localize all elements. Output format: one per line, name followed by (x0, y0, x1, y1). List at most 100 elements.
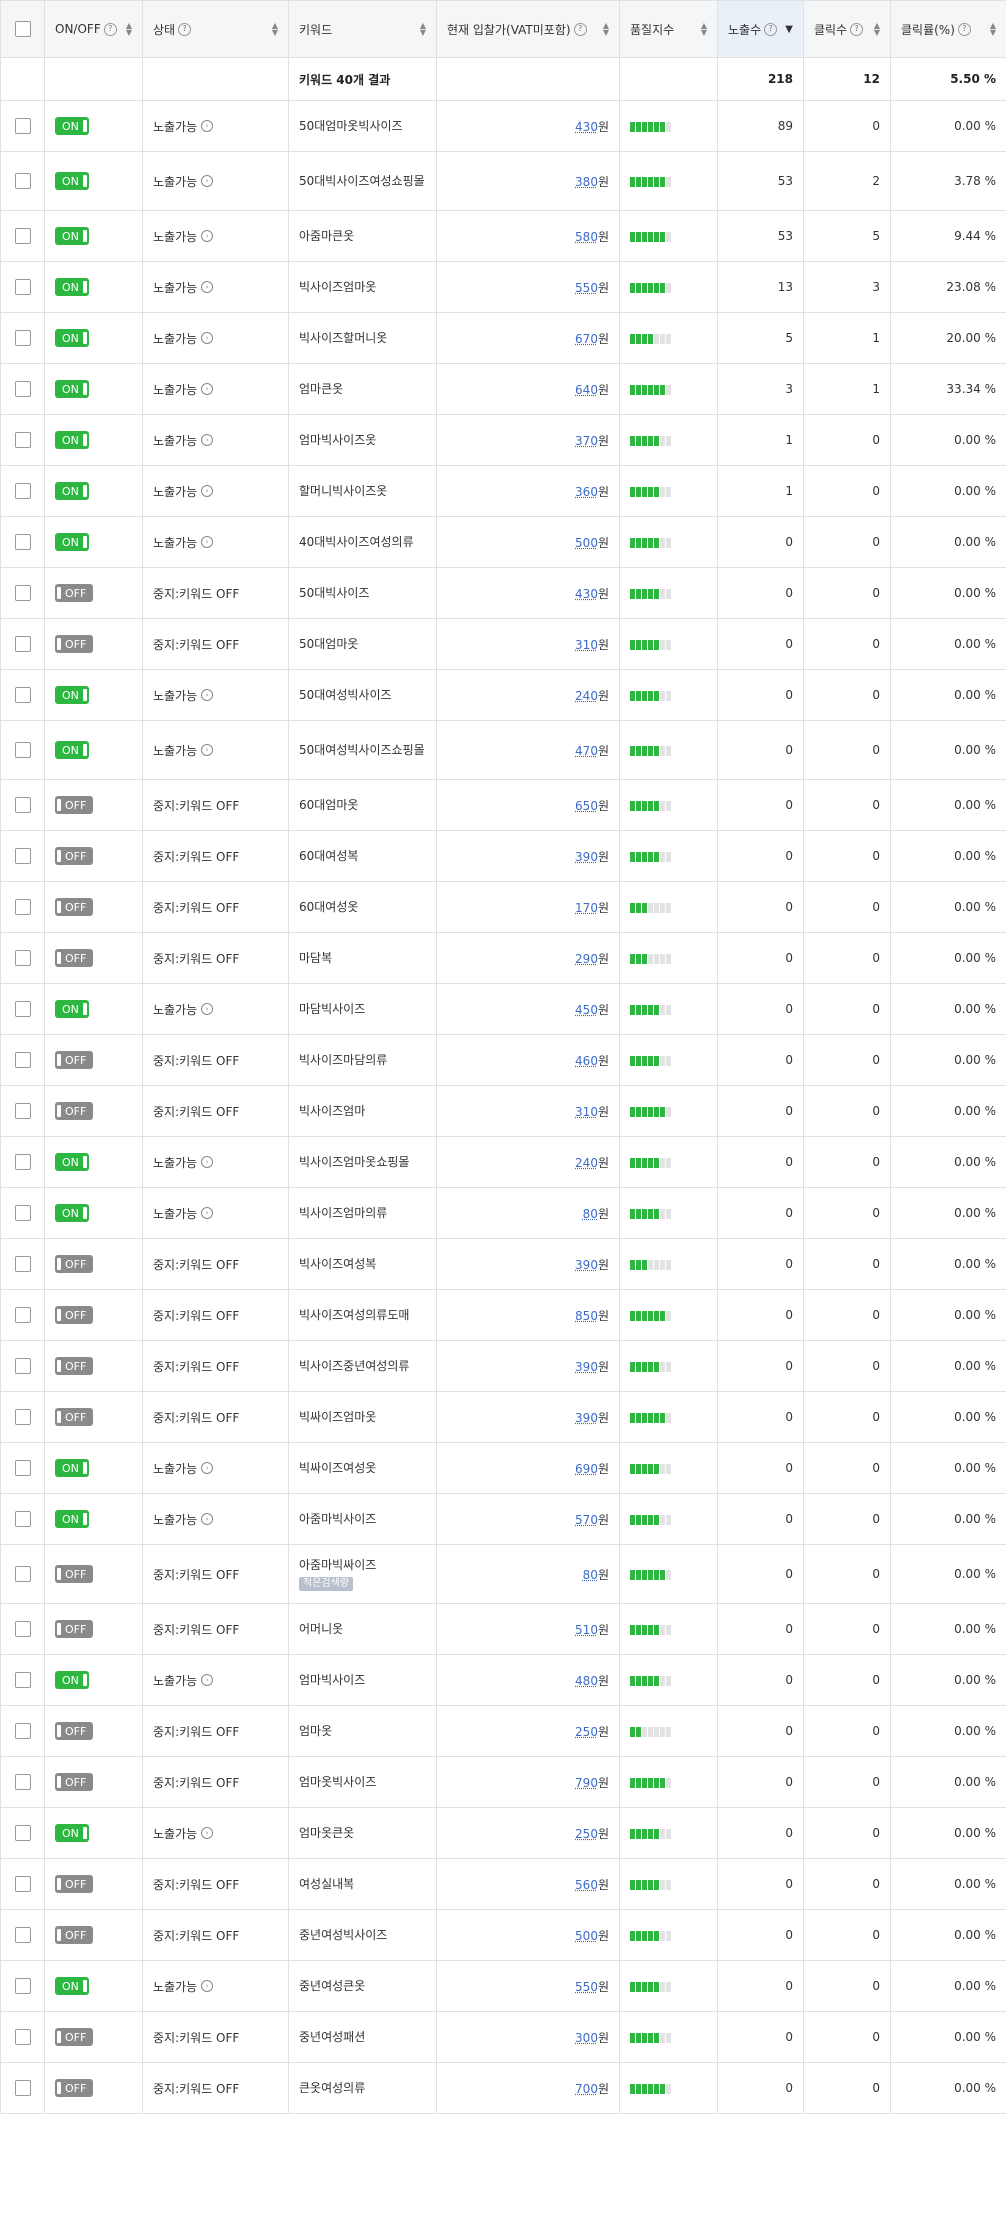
bid-value[interactable]: 390 (575, 850, 598, 864)
bid-value[interactable]: 390 (575, 1258, 598, 1272)
status-info-icon[interactable]: › (201, 1462, 214, 1474)
status-info-icon[interactable]: › (201, 1003, 214, 1015)
row-checkbox[interactable] (14, 1307, 31, 1323)
row-checkbox[interactable] (14, 1672, 31, 1688)
keyword-text[interactable]: 할머니빅사이즈옷 (299, 483, 426, 500)
row-checkbox[interactable] (14, 1205, 31, 1221)
onoff-toggle[interactable]: ON (55, 227, 89, 245)
row-checkbox[interactable] (14, 2029, 31, 2045)
sort-icon[interactable]: ▲ ▼ (126, 22, 132, 37)
onoff-toggle[interactable]: OFF (55, 1255, 94, 1273)
onoff-toggle[interactable]: OFF (55, 1102, 94, 1120)
keyword-text[interactable]: 빅사이즈중년여성의류 (299, 1358, 426, 1375)
bid-value[interactable]: 240 (575, 1156, 598, 1170)
keyword-text[interactable]: 빅사이즈여성의류도매 (299, 1307, 426, 1324)
row-checkbox[interactable] (14, 636, 31, 652)
row-checkbox[interactable] (14, 432, 31, 448)
bid-value[interactable]: 380 (575, 175, 598, 189)
onoff-toggle[interactable]: ON (55, 431, 89, 449)
row-checkbox[interactable] (14, 1876, 31, 1892)
sort-icon[interactable]: ▲ ▼ (420, 22, 426, 37)
onoff-toggle[interactable]: ON (55, 1671, 89, 1689)
row-checkbox[interactable] (14, 1256, 31, 1272)
keyword-text[interactable]: 엄마옷빅사이즈 (299, 1774, 426, 1791)
status-info-icon[interactable]: › (201, 383, 214, 395)
onoff-toggle[interactable]: OFF (55, 1773, 94, 1791)
onoff-toggle[interactable]: OFF (55, 2028, 94, 2046)
keyword-text[interactable]: 큰옷여성의류 (299, 2080, 426, 2097)
keyword-text[interactable]: 50대빅사이즈 (299, 585, 426, 602)
col-keyword[interactable]: 키워드 ▲ ▼ (288, 0, 437, 58)
keyword-text[interactable]: 60대여성옷 (299, 899, 426, 916)
row-checkbox[interactable] (14, 118, 31, 134)
keyword-text[interactable]: 엄마빅사이즈옷 (299, 432, 426, 449)
onoff-toggle[interactable]: OFF (55, 2079, 94, 2097)
bid-value[interactable]: 310 (575, 638, 598, 652)
row-checkbox[interactable] (14, 1358, 31, 1374)
row-checkbox[interactable] (14, 483, 31, 499)
status-info-icon[interactable]: › (201, 434, 214, 446)
keyword-text[interactable]: 엄마옷큰옷 (299, 1825, 426, 1842)
keyword-text[interactable]: 60대여성복 (299, 848, 426, 865)
onoff-toggle[interactable]: ON (55, 172, 89, 190)
keyword-text[interactable]: 중년여성빅사이즈 (299, 1927, 426, 1944)
onoff-toggle[interactable]: OFF (55, 796, 94, 814)
col-ctr[interactable]: 클릭률(%)? ▲ ▼ (890, 0, 1006, 58)
keyword-text[interactable]: 중년여성큰옷 (299, 1978, 426, 1995)
bid-value[interactable]: 480 (575, 1674, 598, 1688)
status-info-icon[interactable]: › (201, 1827, 214, 1839)
status-info-icon[interactable]: › (201, 120, 214, 132)
row-checkbox[interactable] (14, 381, 31, 397)
keyword-text[interactable]: 50대여성빅사이즈쇼핑몰 (299, 742, 426, 759)
col-clicks[interactable]: 클릭수? ▲ ▼ (803, 0, 891, 58)
onoff-toggle[interactable]: ON (55, 278, 89, 296)
sort-icon[interactable]: ▲ ▼ (990, 22, 996, 37)
bid-value[interactable]: 430 (575, 587, 598, 601)
bid-value[interactable]: 390 (575, 1411, 598, 1425)
row-checkbox[interactable] (14, 1566, 31, 1582)
bid-value[interactable]: 580 (575, 230, 598, 244)
onoff-toggle[interactable]: ON (55, 1153, 89, 1171)
row-checkbox[interactable] (14, 2080, 31, 2096)
bid-value[interactable]: 300 (575, 2031, 598, 2045)
onoff-toggle[interactable]: ON (55, 1204, 89, 1222)
onoff-toggle[interactable]: ON (55, 686, 89, 704)
bid-value[interactable]: 640 (575, 383, 598, 397)
help-icon[interactable]: ? (764, 22, 778, 36)
help-icon[interactable]: ? (573, 22, 587, 36)
keyword-text[interactable]: 빅사이즈엄마의류 (299, 1205, 426, 1222)
status-info-icon[interactable]: › (201, 332, 214, 344)
keyword-text[interactable]: 여성실내복 (299, 1876, 426, 1893)
onoff-toggle[interactable]: ON (55, 482, 89, 500)
col-onoff[interactable]: ON/OFF? ▲ ▼ (44, 0, 143, 58)
onoff-toggle[interactable]: ON (55, 1977, 89, 1995)
row-checkbox[interactable] (14, 950, 31, 966)
row-checkbox[interactable] (14, 742, 31, 758)
keyword-text[interactable]: 엄마빅사이즈 (299, 1672, 426, 1689)
col-impressions[interactable]: 노출수? ▼ (717, 0, 804, 58)
row-checkbox[interactable] (14, 534, 31, 550)
bid-value[interactable]: 80 (583, 1207, 598, 1221)
onoff-toggle[interactable]: OFF (55, 1875, 94, 1893)
row-checkbox[interactable] (14, 1052, 31, 1068)
keyword-text[interactable]: 어머니옷 (299, 1621, 426, 1638)
onoff-toggle[interactable]: OFF (55, 1051, 94, 1069)
row-checkbox[interactable] (14, 1409, 31, 1425)
col-quality[interactable]: 품질지수 ▲ ▼ (619, 0, 718, 58)
row-checkbox[interactable] (14, 585, 31, 601)
sort-icon[interactable]: ▲ ▼ (272, 22, 278, 37)
onoff-toggle[interactable]: ON (55, 1824, 89, 1842)
keyword-text[interactable]: 아줌마빅사이즈 (299, 1511, 426, 1528)
select-all-checkbox[interactable] (14, 21, 31, 37)
help-icon[interactable]: ? (957, 22, 971, 36)
onoff-toggle[interactable]: ON (55, 117, 89, 135)
onoff-toggle[interactable]: OFF (55, 584, 94, 602)
bid-value[interactable]: 850 (575, 1309, 598, 1323)
status-info-icon[interactable]: › (201, 1513, 214, 1525)
status-info-icon[interactable]: › (201, 230, 214, 242)
keyword-text[interactable]: 빅사이즈마담의류 (299, 1052, 426, 1069)
keyword-text[interactable]: 빅사이즈엄마옷쇼핑몰 (299, 1154, 426, 1171)
bid-value[interactable]: 690 (575, 1462, 598, 1476)
bid-value[interactable]: 80 (583, 1568, 598, 1582)
keyword-text[interactable]: 빅사이즈엄마 (299, 1103, 426, 1120)
